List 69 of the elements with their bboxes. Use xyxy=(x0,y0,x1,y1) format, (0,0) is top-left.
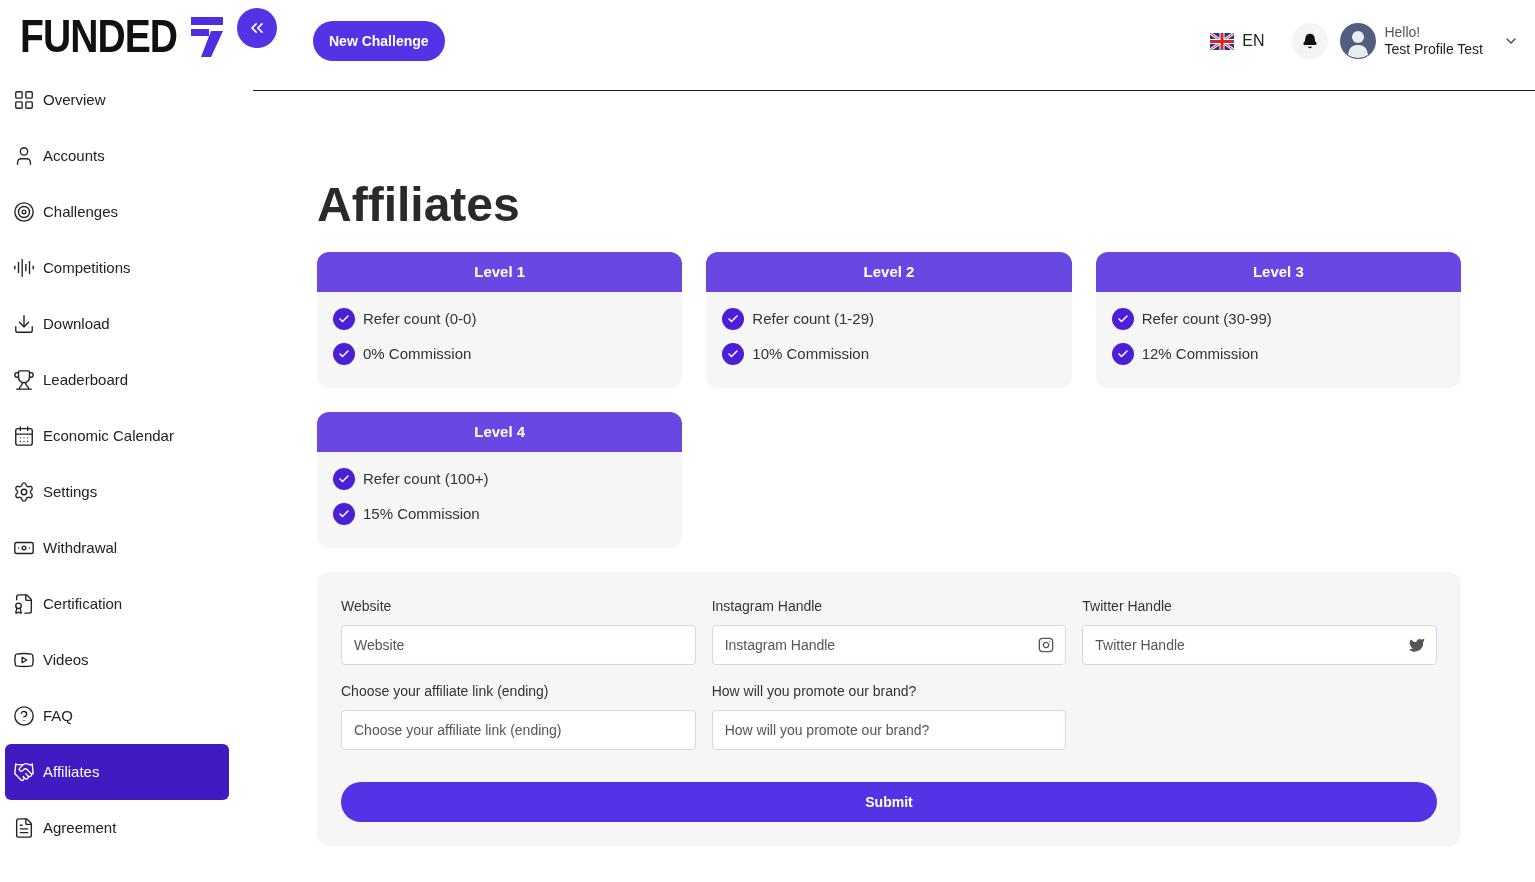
camera-icon xyxy=(1038,637,1055,653)
sidebar-item[interactable]: Settings xyxy=(5,464,229,520)
sidebar-item[interactable]: Agreement xyxy=(5,800,229,856)
bird-icon xyxy=(1409,637,1425,653)
input-field[interactable]: Instagram Handle xyxy=(711,625,1067,665)
field-label: Instagram Handle xyxy=(711,597,824,616)
check-icon xyxy=(333,502,355,525)
feature-text: 12% Commission xyxy=(1141,343,1259,364)
level-header: Level 1 xyxy=(317,252,683,292)
check-icon xyxy=(333,308,355,331)
field-label: Choose your affiliate link (ending) xyxy=(341,682,550,701)
sidebar-item[interactable]: Overview xyxy=(5,72,229,128)
field-label: How will you promote our brand? xyxy=(711,682,918,701)
field-label: Twitter Handle xyxy=(1082,597,1173,616)
certificate-icon xyxy=(13,593,35,615)
feature-text: 15% Commission xyxy=(363,503,480,524)
sidebar-item[interactable]: Videos xyxy=(5,632,229,688)
download-icon xyxy=(13,313,35,335)
notification-button[interactable] xyxy=(1292,23,1329,59)
help-icon xyxy=(13,705,35,727)
feature-text: Refer count (100+) xyxy=(363,469,489,489)
sidebar-item[interactable]: Withdrawal xyxy=(5,520,229,576)
new-challenge-button[interactable]: New Challenge xyxy=(313,21,445,61)
input-field[interactable]: Choose your affiliate link (ending) xyxy=(341,710,696,750)
check-icon xyxy=(722,308,745,331)
bell-icon xyxy=(1302,33,1319,49)
greeting-text: Hello! xyxy=(1384,23,1422,41)
level-header: Level 3 xyxy=(1095,252,1461,292)
input-field[interactable]: Twitter Handle xyxy=(1082,625,1437,665)
check-icon xyxy=(333,468,355,491)
language-selector[interactable]: EN xyxy=(1210,29,1265,53)
submit-button[interactable]: Submit xyxy=(341,782,1437,822)
avatar-icon xyxy=(1340,23,1377,59)
grid-icon xyxy=(13,89,35,111)
feature-text: Refer count (30-99) xyxy=(1141,309,1272,329)
logo-text: FUNDED xyxy=(20,13,178,59)
sidebar-item[interactable]: Affiliates xyxy=(5,744,229,800)
sidebar-item[interactable]: Leaderboard xyxy=(5,352,229,408)
feature-text: 10% Commission xyxy=(752,343,870,364)
check-icon xyxy=(722,342,745,365)
calendar-icon xyxy=(13,425,35,447)
target-icon xyxy=(13,201,35,223)
handshake-icon xyxy=(13,761,35,783)
field-label: Website xyxy=(341,597,393,616)
document-icon xyxy=(13,817,35,839)
settings-icon xyxy=(13,481,35,503)
collapse-button[interactable] xyxy=(236,8,277,48)
bars-icon xyxy=(13,257,35,279)
sidebar-item[interactable]: Certification xyxy=(5,576,229,632)
level-header: Level 2 xyxy=(706,252,1072,292)
sidebar-item[interactable]: FAQ xyxy=(5,688,229,744)
feature-text: Refer count (1-29) xyxy=(752,309,875,329)
profile-name: Test Profile Test xyxy=(1384,41,1483,59)
trophy-icon xyxy=(13,369,35,391)
feature-text: Refer count (0-0) xyxy=(363,309,477,329)
check-icon xyxy=(1111,308,1134,331)
check-icon xyxy=(1111,342,1134,365)
check-icon xyxy=(333,342,355,365)
sidebar-item[interactable]: Challenges xyxy=(5,184,229,240)
input-field[interactable]: Website xyxy=(341,625,696,665)
sidebar-item[interactable]: Economic Calendar xyxy=(5,408,229,464)
page-title: Affiliates xyxy=(317,181,521,229)
level-header: Level 4 xyxy=(317,412,683,452)
sidebar-item[interactable]: Download xyxy=(5,296,229,352)
uk-flag-icon xyxy=(1210,32,1235,50)
input-field[interactable]: How will you promote our brand? xyxy=(711,710,1067,750)
sidebar-item[interactable]: Accounts xyxy=(5,128,229,184)
feature-text: 0% Commission xyxy=(363,343,472,364)
sidebar-item[interactable]: Competitions xyxy=(5,240,229,296)
